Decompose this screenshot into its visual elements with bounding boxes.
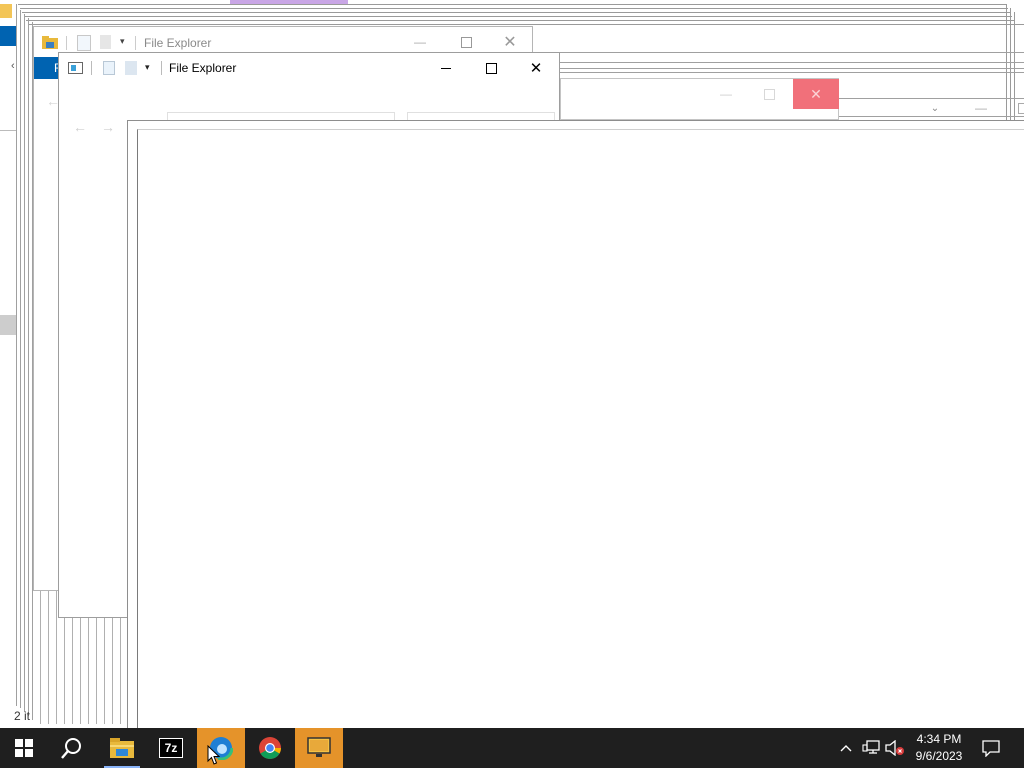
mouse-cursor-icon [207, 745, 220, 765]
chevron-left-icon: ‹ [11, 60, 15, 72]
background-window[interactable]: — ✕ [560, 78, 839, 120]
toolbar-separator [161, 61, 162, 75]
window-title: File Explorer [144, 36, 212, 50]
blank-window[interactable] [127, 120, 1024, 730]
taskbar-edge[interactable] [197, 728, 245, 768]
chrome-icon [259, 737, 281, 759]
start-button[interactable] [0, 728, 48, 768]
action-center-button[interactable] [976, 736, 1006, 760]
search-icon [61, 738, 81, 759]
minimize-button[interactable]: — [402, 31, 438, 53]
status-text: 2 it [14, 709, 31, 723]
toolbar-separator [66, 36, 67, 50]
network-icon[interactable] [860, 738, 882, 758]
new-folder-icon[interactable] [125, 61, 137, 75]
clock-date: 9/6/2023 [915, 749, 963, 763]
toolbar-separator [135, 36, 136, 50]
properties-icon[interactable] [77, 35, 91, 51]
folder-icon [110, 738, 134, 758]
back-arrow-icon[interactable]: ← [73, 119, 87, 135]
window-title: File Explorer [169, 61, 237, 75]
close-button[interactable]: ✕ [517, 55, 555, 81]
taskbar-file-explorer[interactable] [98, 728, 146, 768]
dropdown-arrow-icon[interactable]: ▾ [145, 62, 150, 73]
chevron-up-icon [840, 745, 852, 752]
close-button[interactable]: ✕ [492, 31, 528, 53]
maximize-button[interactable] [472, 55, 510, 81]
toolbar-separator [91, 61, 92, 75]
search-button[interactable] [48, 728, 96, 768]
close-button[interactable]: ✕ [793, 79, 839, 109]
show-hidden-icons-button[interactable] [836, 738, 856, 758]
blank-window-inner [137, 129, 1024, 730]
new-folder-icon[interactable] [100, 35, 111, 49]
taskbar: 7z 4:34 PM 9/6/2023 [0, 728, 1024, 768]
minimize-button[interactable]: — [970, 100, 992, 116]
folder-icon [0, 4, 12, 18]
maximize-button[interactable] [1018, 103, 1024, 114]
volume-muted-icon[interactable] [884, 738, 906, 758]
taskbar-7zip[interactable]: 7z [147, 728, 195, 768]
app-icon [68, 62, 83, 74]
chevron-down-icon[interactable]: ⌄ [924, 100, 946, 116]
monitor-icon [307, 737, 331, 757]
selected-nav-strip [0, 26, 16, 46]
forward-arrow-icon[interactable]: → [101, 119, 115, 135]
maximize-button[interactable] [754, 81, 784, 107]
maximize-button[interactable] [448, 31, 484, 53]
file-tab[interactable]: F [34, 57, 61, 79]
scrollbar-fragment [0, 315, 16, 335]
clock[interactable]: 4:34 PM 9/6/2023 [910, 731, 968, 765]
notification-icon [982, 739, 1000, 757]
7zip-icon: 7z [159, 738, 183, 758]
tab-fragment [230, 0, 348, 4]
minimize-button[interactable] [427, 55, 465, 81]
dropdown-arrow-icon[interactable]: ▾ [120, 36, 125, 47]
clock-time: 4:34 PM [916, 732, 962, 746]
taskbar-chrome[interactable] [246, 728, 294, 768]
folder-icon [42, 36, 58, 49]
windows-logo-icon [15, 739, 33, 757]
minimize-button[interactable]: — [711, 81, 741, 107]
taskbar-remote-desktop[interactable] [295, 728, 343, 768]
properties-icon[interactable] [103, 61, 115, 75]
